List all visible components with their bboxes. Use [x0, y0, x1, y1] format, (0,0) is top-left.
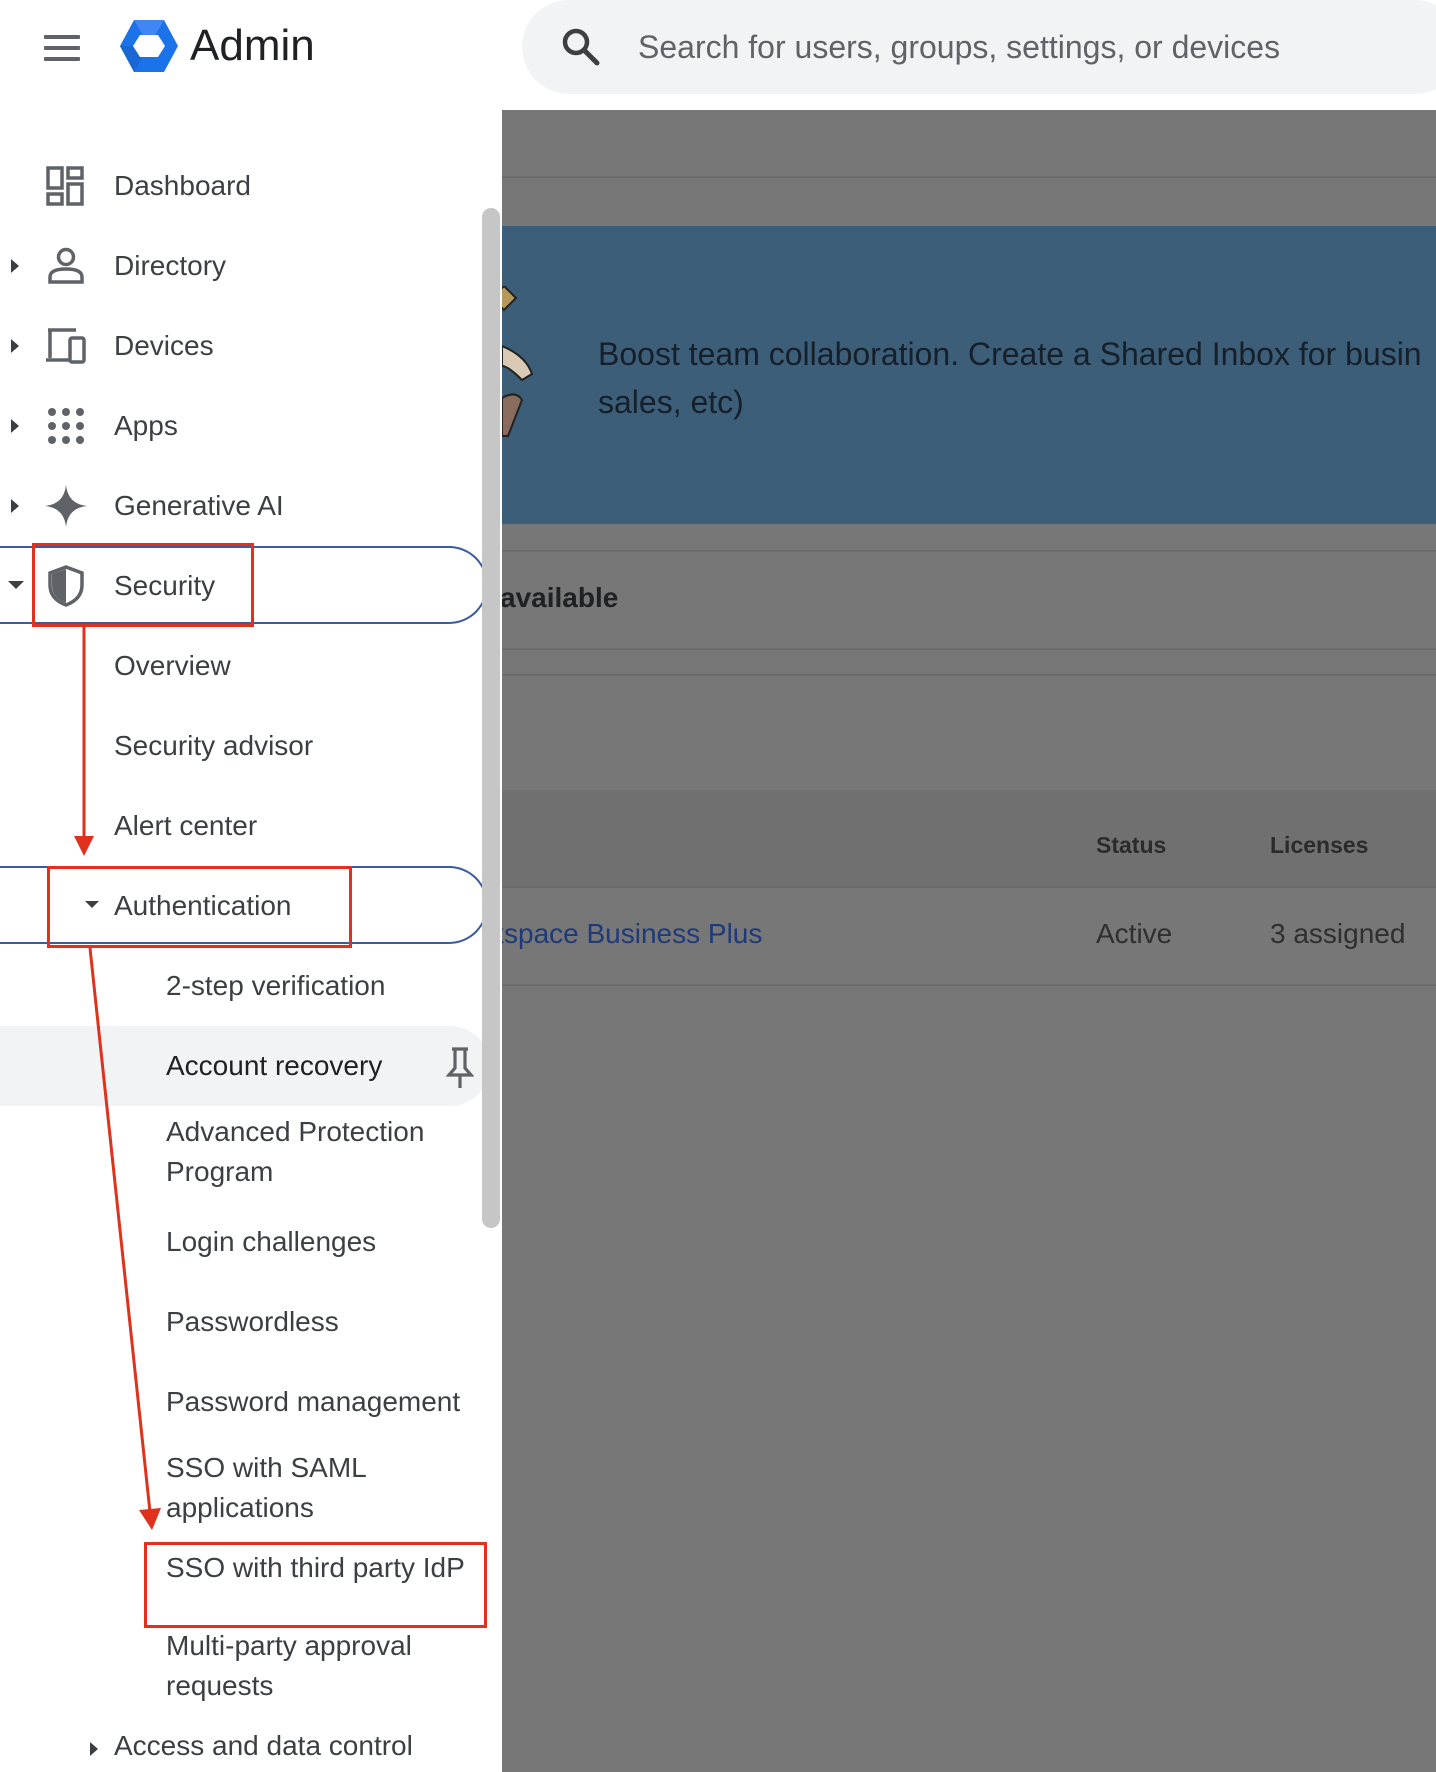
sidebar-item-overview[interactable]: Overview — [0, 626, 490, 706]
sidebar-item-label: Devices — [114, 330, 214, 361]
column-header-licenses[interactable]: Licenses — [1270, 832, 1368, 859]
expand-arrow-icon[interactable] — [88, 1740, 100, 1758]
sidebar-item-login-challenges[interactable]: Login challenges — [0, 1202, 490, 1282]
sidebar-item-dashboard[interactable]: Dashboard — [0, 146, 490, 226]
sidebar-item-label: Dashboard — [114, 170, 251, 201]
sidebar-item-label: Login challenges — [166, 1226, 377, 1257]
divider — [502, 674, 1436, 676]
sidebar-item-alert-center[interactable]: Alert center — [0, 786, 490, 866]
person-icon — [48, 247, 84, 284]
sidebar-item-label: Alert center — [114, 810, 258, 841]
sidebar-item-label: SSO with SAML applications — [166, 1452, 366, 1523]
sidebar-item-access-and-data-control[interactable]: Access and data control — [0, 1722, 490, 1772]
column-header-status[interactable]: Status — [1096, 832, 1166, 859]
sidebar-item-directory[interactable]: Directory — [0, 226, 490, 306]
collapse-arrow-icon[interactable] — [6, 578, 26, 592]
sidebar-item-devices[interactable]: Devices — [0, 306, 490, 386]
banner-text: Boost team collaboration. Create a Share… — [598, 336, 1422, 420]
sidebar-item-label: Overview — [114, 650, 231, 681]
table-row-divider — [502, 886, 1436, 888]
annotation-box-authentication — [47, 866, 352, 948]
search-icon[interactable] — [560, 26, 602, 68]
sidebar-item-apps[interactable]: Apps — [0, 386, 490, 466]
dashboard-icon — [46, 166, 84, 206]
sidebar-item-label: Security advisor — [114, 730, 314, 761]
product-link[interactable]: kspace Business Plus — [502, 918, 762, 950]
main-content-dimmed: Boost team collaboration. Create a Share… — [502, 110, 1436, 1772]
top-app-bar: Admin — [0, 0, 1436, 110]
sidebar-item-multi-party-approval-requests[interactable]: Multi-party approval requests — [0, 1622, 490, 1714]
sidebar-item-2-step-verification[interactable]: 2-step verification — [0, 946, 490, 1026]
sidebar-item-label: Access and data control — [114, 1730, 413, 1761]
status-cell: Active — [1096, 918, 1173, 949]
sidebar-item-sso-with-saml-applications[interactable]: SSO with SAML applications — [0, 1442, 490, 1534]
annotation-box-security — [32, 543, 254, 627]
pin-icon[interactable] — [446, 1046, 474, 1090]
google-admin-logo-icon[interactable] — [118, 18, 180, 74]
apps-grid-icon — [48, 408, 84, 444]
sidebar-item-password-management[interactable]: Password management — [0, 1362, 490, 1442]
sidebar-item-label: Password management — [166, 1386, 461, 1417]
sidebar-item-passwordless[interactable]: Passwordless — [0, 1282, 490, 1362]
table-header-row: Status Licenses — [502, 790, 1436, 886]
sidebar-item-security-advisor[interactable]: Security advisor — [0, 706, 490, 786]
sidebar-item-label: Apps — [114, 410, 178, 441]
licenses-cell: 3 assigned — [1270, 918, 1406, 949]
sidebar-item-generative-ai[interactable]: Generative AI — [0, 466, 490, 546]
banner-illustration — [502, 286, 552, 446]
expand-arrow-icon[interactable] — [8, 416, 22, 436]
sidebar-item-account-recovery[interactable]: Account recovery — [0, 1026, 490, 1106]
expand-arrow-icon[interactable] — [8, 256, 22, 276]
global-search-bar[interactable] — [522, 0, 1436, 94]
expand-arrow-icon[interactable] — [8, 336, 22, 356]
app-title[interactable]: Admin — [190, 20, 315, 72]
section-title: available — [502, 582, 619, 613]
annotation-box-sso-third-party-idp — [144, 1542, 487, 1628]
sidebar-item-label: Passwordless — [166, 1306, 339, 1337]
sidebar-item-label: Directory — [114, 250, 227, 281]
divider — [502, 550, 1436, 552]
table-row-divider — [502, 984, 1436, 986]
sidebar-item-label: Generative AI — [114, 490, 284, 521]
divider — [502, 176, 1436, 178]
sidebar-item-advanced-protection-program[interactable]: Advanced Protection Program — [0, 1106, 490, 1198]
sidebar-item-label: 2-step verification — [166, 970, 386, 1001]
sidebar-item-label: Multi-party approval requests — [166, 1630, 412, 1701]
main-menu-button[interactable] — [38, 28, 86, 68]
expand-arrow-icon[interactable] — [8, 496, 22, 516]
search-input[interactable] — [638, 22, 1398, 72]
devices-icon — [46, 328, 86, 364]
sidebar-item-label: Advanced Protection Program — [166, 1116, 425, 1187]
sparkle-icon — [45, 485, 87, 527]
sidebar-item-label: Account recovery — [166, 1050, 383, 1081]
sidebar-scrollbar[interactable] — [482, 208, 500, 1228]
divider — [502, 648, 1436, 650]
promo-banner: Boost team collaboration. Create a Share… — [502, 226, 1436, 524]
